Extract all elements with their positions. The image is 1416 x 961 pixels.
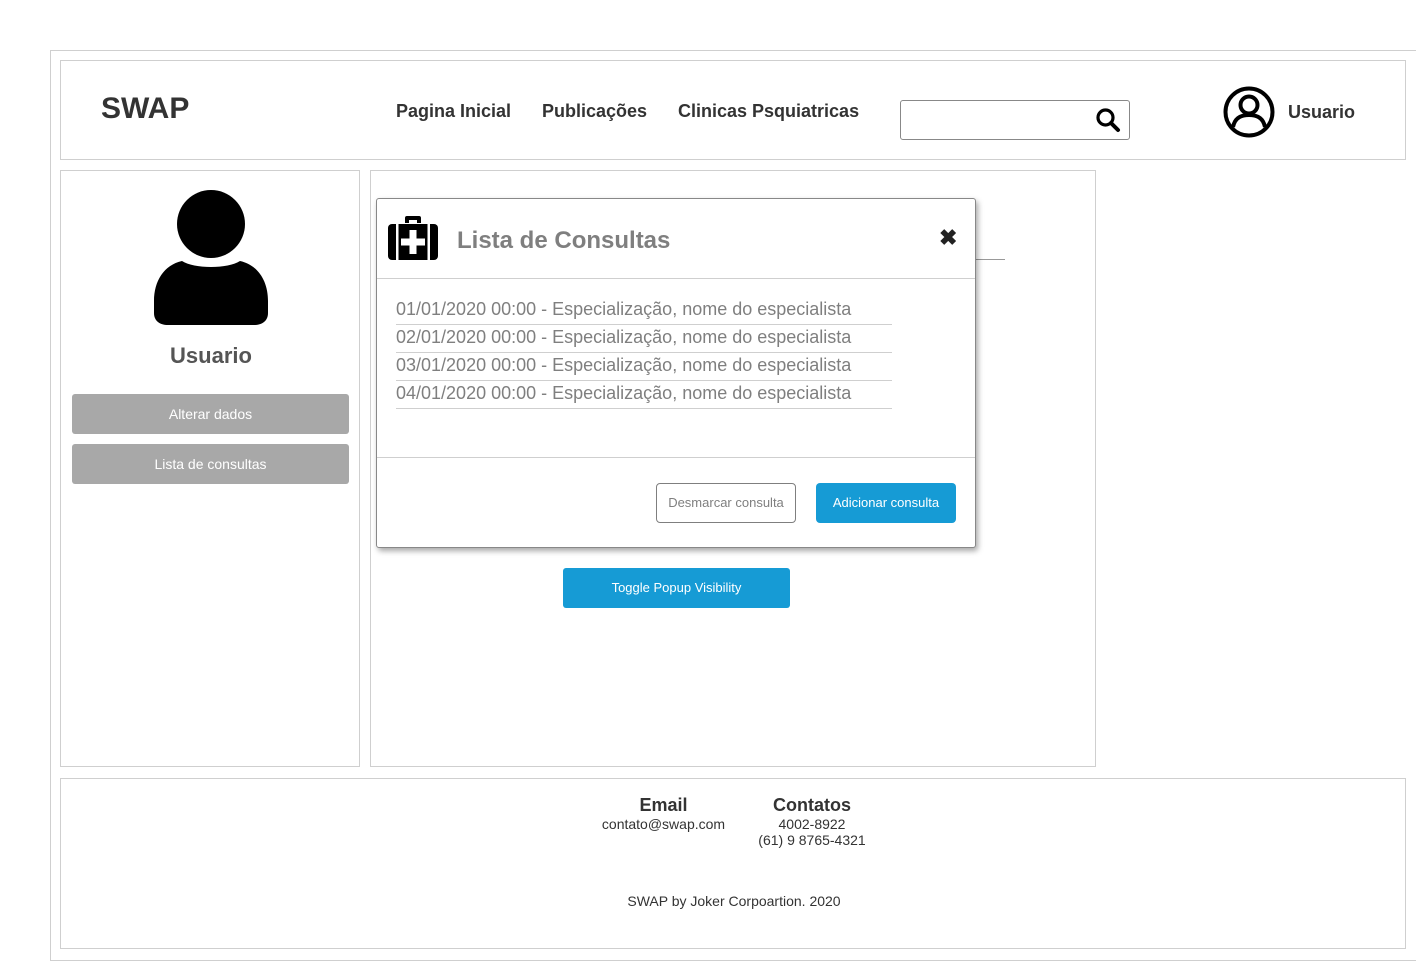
consultations-modal: Lista de Consultas ✖ 01/01/2020 00:00 - … (376, 198, 976, 548)
header: SWAP Pagina Inicial Publicações Clinicas… (60, 60, 1406, 160)
sidebar: Usuario Alterar dados Lista de consultas (60, 170, 360, 767)
consultation-item[interactable]: 03/01/2020 00:00 - Especialização, nome … (396, 353, 892, 381)
user-circle-icon[interactable] (1223, 86, 1275, 138)
email-heading: Email (639, 795, 688, 815)
nav-publicacoes[interactable]: Publicações (542, 101, 647, 122)
adicionar-consulta-button[interactable]: Adicionar consulta (816, 483, 956, 523)
nav-clinicas[interactable]: Clinicas Psquiatricas (678, 101, 859, 122)
consultation-item[interactable]: 04/01/2020 00:00 - Especialização, nome … (396, 381, 892, 409)
user-icon (154, 190, 268, 325)
footer: Email contato@swap.com Contatos 4002-892… (60, 778, 1406, 949)
close-icon[interactable]: ✖ (939, 227, 957, 249)
phone-2: (61) 9 8765-4321 (758, 832, 866, 848)
desmarcar-consulta-button[interactable]: Desmarcar consulta (656, 483, 796, 523)
modal-title: Lista de Consultas (457, 227, 671, 254)
profile-name: Usuario (170, 343, 252, 368)
copyright: SWAP by Joker Corpoartion. 2020 (627, 893, 841, 909)
logo[interactable]: SWAP (101, 92, 189, 126)
contacts-heading: Contatos (773, 795, 851, 815)
search-icon[interactable] (1095, 107, 1121, 133)
user-menu-label[interactable]: Usuario (1288, 102, 1355, 123)
consultation-item[interactable]: 01/01/2020 00:00 - Especialização, nome … (396, 297, 892, 325)
phone-1: 4002-8922 (778, 816, 846, 832)
consultation-item[interactable]: 02/01/2020 00:00 - Especialização, nome … (396, 325, 892, 353)
alterar-dados-button[interactable]: Alterar dados (72, 394, 349, 434)
email-address[interactable]: contato@swap.com (591, 816, 736, 832)
nav-pagina-inicial[interactable]: Pagina Inicial (396, 101, 511, 122)
search-input[interactable] (900, 100, 1130, 140)
modal-divider (377, 457, 975, 458)
modal-divider (377, 278, 975, 279)
medical-kit-icon (388, 216, 438, 260)
lista-consultas-button[interactable]: Lista de consultas (72, 444, 349, 484)
divider (975, 259, 1005, 260)
toggle-popup-button[interactable]: Toggle Popup Visibility (563, 568, 790, 608)
